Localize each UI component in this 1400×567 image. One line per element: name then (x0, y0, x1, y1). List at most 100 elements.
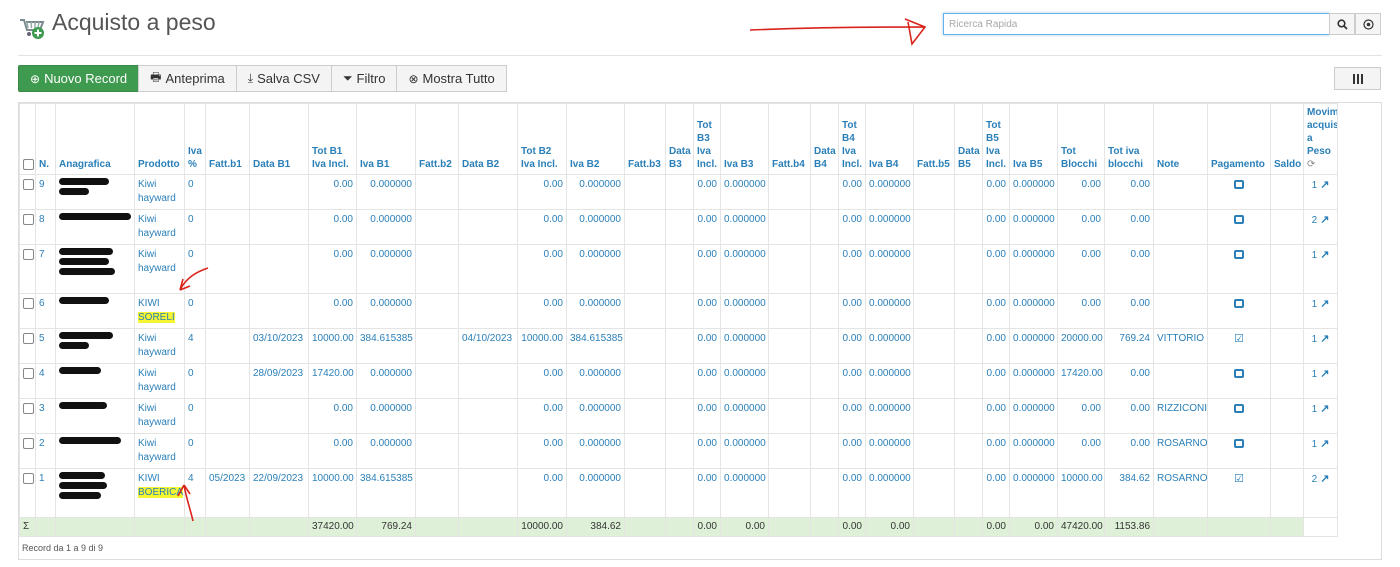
row-checkbox[interactable] (23, 213, 34, 225)
fatt-b2-cell (415, 398, 459, 434)
n-cell: 8 (35, 209, 56, 245)
col-header-data-b5[interactable]: Data B5 (954, 103, 983, 175)
unchecked-box-icon[interactable] (1234, 438, 1244, 448)
movimenti-cell: 1 ↗ (1303, 293, 1338, 329)
iva-b2-cell: 0.000000 (566, 433, 625, 469)
empty-cell (913, 209, 955, 245)
table-row[interactable]: 3 Kiwi hayward 0 0.00 0.000000 0.00 0.000000 0.0… (19, 398, 1338, 434)
col-header-data-b4[interactable]: Data B4 (810, 103, 839, 175)
row-checkbox[interactable] (23, 437, 34, 449)
total-empty (249, 517, 309, 537)
filter-button[interactable]: ⏷ Filtro (330, 65, 398, 92)
unchecked-box-icon[interactable] (1234, 298, 1244, 308)
col-header-data-b2[interactable]: Data B2 (458, 103, 518, 175)
unchecked-box-icon[interactable] (1234, 214, 1244, 224)
preview-button[interactable]: 🖶 Anteprima (138, 65, 237, 92)
unchecked-box-icon[interactable] (1234, 368, 1244, 378)
col-header-tot-b2[interactable]: Tot B2 Iva Incl. (517, 103, 567, 175)
col-header-iva[interactable]: Iva % (184, 103, 206, 175)
col-header-saldo[interactable]: Saldo (1270, 103, 1304, 175)
movimenti-link[interactable]: 2 ↗ (1312, 473, 1330, 485)
col-header-fatt-b1[interactable]: Fatt.b1 (205, 103, 250, 175)
col-header-note[interactable]: Note (1153, 103, 1208, 175)
table-row[interactable]: 6 KIWI SORELI 0 0.00 0.000000 0.00 0.000000 0.00… (19, 293, 1338, 329)
col-header-pagamento[interactable]: Pagamento (1207, 103, 1271, 175)
col-header-iva-b2[interactable]: Iva B2 (566, 103, 625, 175)
total-tot-b2: 10000.00 (517, 517, 567, 537)
empty-cell (665, 398, 694, 434)
row-checkbox[interactable] (23, 402, 34, 414)
col-header-anagrafica[interactable]: Anagrafica (55, 103, 135, 175)
table-row[interactable]: 1 KIWI BOERICA 4 05/2023 22/09/2023 10000.00 38… (19, 468, 1338, 518)
col-header-data-b1[interactable]: Data B1 (249, 103, 309, 175)
col-header-fatt-b3[interactable]: Fatt.b3 (624, 103, 666, 175)
col-header-data-b3[interactable]: Data B3 (665, 103, 694, 175)
col-header-fatt-b2[interactable]: Fatt.b2 (415, 103, 459, 175)
empty-cell (1270, 244, 1304, 294)
show-all-button[interactable]: ⊗ Mostra Tutto (396, 65, 507, 92)
col-header-tot-b1[interactable]: Tot B1 Iva Incl. (308, 103, 357, 175)
table-row[interactable]: 9 Kiwi hayward 0 0.00 0.000000 0.00 0.000000 0.0… (19, 174, 1338, 210)
col-header-n[interactable]: N. (35, 103, 56, 175)
unchecked-box-icon[interactable] (1234, 179, 1244, 189)
movimenti-link[interactable]: 2 ↗ (1312, 214, 1330, 226)
col-header-prodotto[interactable]: Prodotto (134, 103, 185, 175)
search-button[interactable] (1329, 13, 1355, 35)
movimenti-link[interactable]: 1 ↗ (1312, 403, 1330, 415)
checked-box-icon[interactable]: ☑ (1234, 473, 1244, 485)
row-checkbox[interactable] (23, 178, 34, 190)
row-checkbox[interactable] (23, 332, 34, 344)
checked-box-icon[interactable]: ☑ (1234, 333, 1244, 345)
movimenti-link[interactable]: 1 ↗ (1312, 368, 1330, 380)
search-input[interactable] (943, 13, 1329, 35)
col-header-iva-b3[interactable]: Iva B3 (720, 103, 769, 175)
movimenti-link[interactable]: 1 ↗ (1312, 298, 1330, 310)
total-empty (1153, 517, 1208, 537)
table-row[interactable]: 7 Kiwi hayward 0 0.00 0.000000 0.00 0.000000 0.0… (19, 244, 1338, 294)
select-all-checkbox[interactable] (23, 158, 34, 170)
tot-b4-cell: 0.00 (838, 328, 866, 364)
movimenti-link[interactable]: 1 ↗ (1312, 179, 1330, 191)
col-header-tot-b4[interactable]: Tot B4 Iva Incl. (838, 103, 866, 175)
table-row[interactable]: 5 Kiwi hayward 4 03/10/2023 10000.00 384.61538… (19, 328, 1338, 364)
save-csv-button[interactable]: ⤓ Salva CSV (235, 65, 332, 92)
refresh-icon[interactable]: ⟳ (1307, 159, 1315, 170)
col-header-fatt-b4[interactable]: Fatt.b4 (768, 103, 811, 175)
iva-b4-cell: 0.000000 (865, 209, 914, 245)
row-checkbox[interactable] (23, 472, 34, 484)
col-header-iva-b4[interactable]: Iva B4 (865, 103, 914, 175)
quick-search (943, 13, 1381, 35)
columns-button[interactable] (1334, 67, 1381, 90)
movimenti-link[interactable]: 1 ↗ (1312, 249, 1330, 261)
row-checkbox[interactable] (23, 297, 34, 309)
col-header-iva-b1[interactable]: Iva B1 (356, 103, 416, 175)
movimenti-link[interactable]: 1 ↗ (1312, 438, 1330, 450)
columns-icon (1352, 73, 1363, 84)
row-checkbox[interactable] (23, 248, 34, 260)
unchecked-box-icon[interactable] (1234, 249, 1244, 259)
col-header-iva-b5[interactable]: Iva B5 (1009, 103, 1058, 175)
iva-b3-cell: 0.000000 (720, 209, 769, 245)
col-header-fatt-b5[interactable]: Fatt.b5 (913, 103, 955, 175)
empty-cell (954, 363, 983, 399)
col-header-tot-b3[interactable]: Tot B3 Iva Incl. (693, 103, 721, 175)
row-checkbox[interactable] (23, 367, 34, 379)
table-row[interactable]: 2 Kiwi hayward 0 0.00 0.000000 0.00 0.000000 0.0… (19, 433, 1338, 469)
redacted-name (59, 402, 107, 409)
clear-search-button[interactable] (1355, 13, 1381, 35)
anagrafica-cell (55, 244, 135, 294)
table-row[interactable]: 4 Kiwi hayward 0 28/09/2023 17420.00 0.000000 0… (19, 363, 1338, 399)
note-cell (1153, 244, 1208, 294)
tot-b5-cell: 0.00 (982, 468, 1010, 518)
col-header-tot-b5[interactable]: Tot B5 Iva Incl. (982, 103, 1010, 175)
movimenti-link[interactable]: 1 ↗ (1312, 333, 1330, 345)
empty-cell (1270, 398, 1304, 434)
table-row[interactable]: 8 Kiwi hayward 0 0.00 0.000000 0.00 0.000000 0.0… (19, 209, 1338, 245)
col-header-tot-blocchi[interactable]: Tot Blocchi (1057, 103, 1105, 175)
total-empty (35, 517, 56, 537)
new-record-button[interactable]: ⊕ Nuovo Record (18, 65, 140, 92)
total-tot-b1: 37420.00 (308, 517, 357, 537)
col-header-tot-iva-blocchi[interactable]: Tot iva blocchi (1104, 103, 1154, 175)
unchecked-box-icon[interactable] (1234, 403, 1244, 413)
product-name: Kiwi (138, 438, 157, 449)
